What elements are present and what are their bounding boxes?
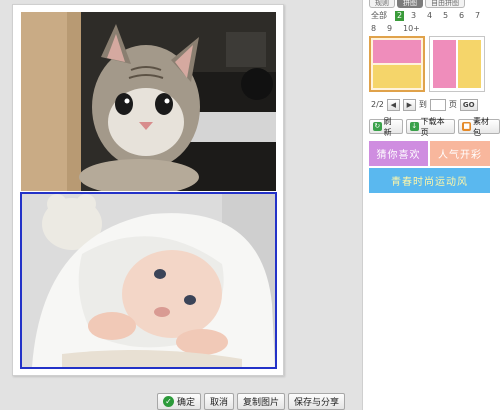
count-option-4[interactable]: 4 [427,10,443,21]
template-slot [373,40,421,63]
tab-collage[interactable]: 拼图 [397,0,423,8]
count-option-3[interactable]: 3 [411,10,427,21]
page-indicator: 2/2 [371,100,384,109]
template-vertical-split[interactable] [369,36,425,92]
save-share-label: 保存与分享 [294,398,340,408]
copy-image-button[interactable]: 复制图片 [237,393,286,410]
page-unit-label: 页 [448,100,457,109]
template-panel: 规则 拼图 自由拼图 全部 2 3 4 5 6 7 8 9 10+ 2/2 ◀ [362,0,500,410]
count-option-2[interactable]: 2 [395,10,411,21]
download-icon: ↓ [409,122,419,131]
arrow-left-icon[interactable]: ◀ [386,98,400,111]
photo-cell-bottom-selected[interactable] [20,192,277,369]
photo-count-filter: 全部 2 3 4 5 6 7 8 9 10+ [371,10,499,34]
goto-label: 到 [418,100,427,109]
count-option-5[interactable]: 5 [443,10,459,21]
collage-paper [12,4,284,376]
copy-label: 复制图片 [243,398,280,408]
go-button[interactable]: GO [459,98,478,111]
refresh-icon: ↻ [373,122,382,131]
count-option-10plus[interactable]: 10+ [403,23,427,34]
tool-buttons: ↻ 刷新 ↓ 下载本页 ■ 素材包 [369,117,500,137]
refresh-button[interactable]: ↻ 刷新 [369,117,403,137]
page-number-input[interactable] [429,98,446,111]
count-option-7[interactable]: 7 [475,10,491,21]
template-slot [458,40,481,88]
check-icon: ✓ [163,396,174,407]
baby-photo [22,194,275,367]
template-list [369,36,485,92]
count-option-9[interactable]: 9 [387,23,403,34]
confirm-label: 确定 [177,398,196,408]
banner-guess-you-like[interactable]: 猜你喜欢 [369,141,428,166]
template-slot [433,40,456,88]
banner-popular[interactable]: 人气开彩 [430,141,490,166]
package-icon: ■ [462,122,471,131]
download-page-button[interactable]: ↓ 下载本页 [405,117,456,137]
arrow-right-icon[interactable]: ▶ [402,98,416,111]
package-label: 素材包 [472,116,489,137]
confirm-button[interactable]: ✓ 确定 [157,393,202,410]
download-label: 下载本页 [420,116,445,137]
action-bar: ✓ 确定 取消 复制图片 保存与分享 [157,393,346,410]
template-slot [373,65,421,88]
tab-free-collage[interactable]: 自由拼图 [425,0,465,8]
count-option-8[interactable]: 8 [371,23,387,34]
cancel-label: 取消 [210,398,229,408]
kitten-photo [21,12,276,191]
banner-youth-sport[interactable]: 青春时尚运动风 [369,168,490,193]
cancel-button[interactable]: 取消 [204,393,235,410]
mode-tabs: 规则 拼图 自由拼图 [369,0,465,8]
save-share-button[interactable]: 保存与分享 [288,393,346,410]
material-pack-button[interactable]: ■ 素材包 [458,117,500,137]
count-all[interactable]: 全部 [371,10,395,21]
count-option-6[interactable]: 6 [459,10,475,21]
refresh-label: 刷新 [383,116,392,137]
tab-rules[interactable]: 规则 [369,0,395,8]
template-horizontal-split[interactable] [429,36,485,92]
template-pager: 2/2 ◀ ▶ 到 页 GO [371,98,478,111]
photo-cell-top[interactable] [21,12,276,191]
canvas-area: ✓ 确定 取消 复制图片 保存与分享 [0,0,362,410]
